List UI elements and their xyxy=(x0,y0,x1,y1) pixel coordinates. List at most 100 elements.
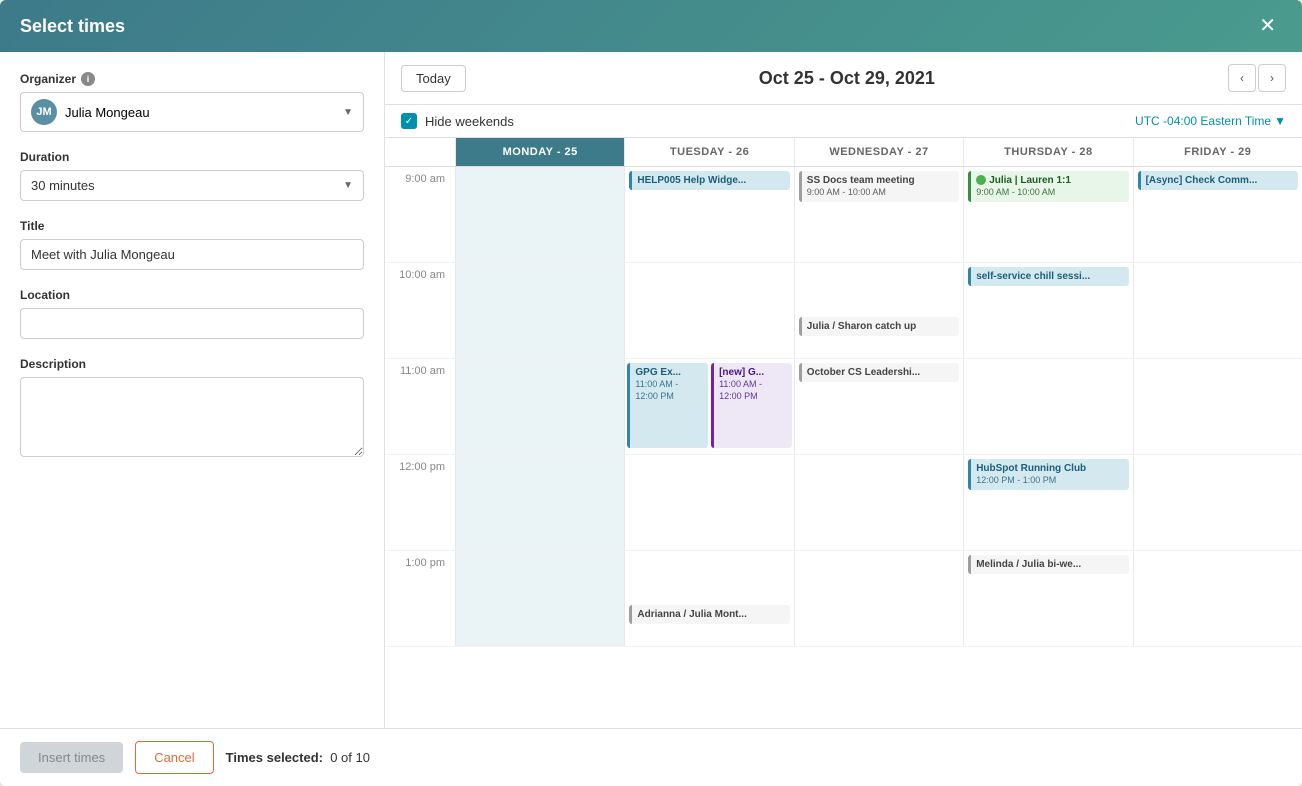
times-selected-label: Times selected: xyxy=(226,750,323,765)
close-button[interactable]: ✕ xyxy=(1253,14,1282,38)
cell-tue-9am[interactable]: HELP005 Help Widge... xyxy=(624,167,793,262)
col-header-thu: THURSDAY - 28 xyxy=(963,138,1132,166)
duration-chevron-icon: ▼ xyxy=(343,180,353,191)
cell-wed-9am[interactable]: SS Docs team meeting 9:00 AM - 10:00 AM xyxy=(794,167,963,262)
cell-wed-10am[interactable]: Julia / Sharon catch up xyxy=(794,263,963,358)
cell-wed-12pm[interactable] xyxy=(794,455,963,550)
event-gpg-ex: GPG Ex... 11:00 AM - 12:00 PM xyxy=(627,363,708,448)
duration-field: Duration 30 minutes ▼ xyxy=(20,150,364,201)
event-new-g: [new] G... 11:00 AM - 12:00 PM xyxy=(711,363,792,448)
cell-mon-9am[interactable] xyxy=(455,167,624,262)
next-week-button[interactable]: › xyxy=(1258,64,1286,92)
event-indicator xyxy=(976,175,986,185)
duration-select[interactable]: 30 minutes ▼ xyxy=(20,170,364,201)
cell-tue-1pm[interactable]: Adrianna / Julia Mont... xyxy=(624,551,793,646)
event-ss-docs: SS Docs team meeting 9:00 AM - 10:00 AM xyxy=(799,171,959,202)
hide-weekends-label: Hide weekends xyxy=(425,114,514,129)
today-button[interactable]: Today xyxy=(401,65,466,92)
organizer-field: Organizer i JM Julia Mongeau ▼ xyxy=(20,72,364,132)
organizer-label: Organizer i xyxy=(20,72,364,86)
cell-mon-1pm[interactable] xyxy=(455,551,624,646)
cell-thu-1pm[interactable]: Melinda / Julia bi-we... xyxy=(963,551,1132,646)
time-label-11am: 11:00 am xyxy=(385,359,455,454)
prev-week-button[interactable]: ‹ xyxy=(1228,64,1256,92)
event-melinda: Melinda / Julia bi-we... xyxy=(968,555,1128,574)
event-julia-sharon: Julia / Sharon catch up xyxy=(799,317,959,336)
calendar-header-row: MONDAY - 25 TUESDAY - 26 WEDNESDAY - 27 … xyxy=(385,138,1302,167)
time-row-9am: 9:00 am HELP005 Help Widge... SS Docs te… xyxy=(385,167,1302,263)
cell-tue-11am[interactable]: GPG Ex... 11:00 AM - 12:00 PM [new] G...… xyxy=(624,359,793,454)
times-selected-text: Times selected: 0 of 10 xyxy=(226,750,370,765)
description-input[interactable] xyxy=(20,377,364,457)
cell-thu-9am[interactable]: Julia | Lauren 1:1 9:00 AM - 10:00 AM xyxy=(963,167,1132,262)
cell-mon-11am[interactable] xyxy=(455,359,624,454)
time-row-1pm: 1:00 pm Adrianna / Julia Mont... M xyxy=(385,551,1302,647)
cell-fri-10am[interactable] xyxy=(1133,263,1302,358)
calendar-panel: Today Oct 25 - Oct 29, 2021 ‹ › ✓ Hide w… xyxy=(385,52,1302,728)
title-field: Title xyxy=(20,219,364,270)
cell-mon-12pm[interactable] xyxy=(455,455,624,550)
cell-fri-9am[interactable]: [Async] Check Comm... xyxy=(1133,167,1302,262)
col-header-fri: FRIDAY - 29 xyxy=(1133,138,1302,166)
duration-label: Duration xyxy=(20,150,364,164)
cell-wed-11am[interactable]: October CS Leadershi... xyxy=(794,359,963,454)
calendar-grid: MONDAY - 25 TUESDAY - 26 WEDNESDAY - 27 … xyxy=(385,138,1302,728)
cell-thu-11am[interactable] xyxy=(963,359,1132,454)
calendar-toolbar: Today Oct 25 - Oct 29, 2021 ‹ › xyxy=(385,52,1302,105)
timezone-label: UTC -04:00 Eastern Time xyxy=(1135,114,1271,128)
timezone-chevron-icon: ▼ xyxy=(1274,114,1286,128)
cell-wed-1pm[interactable] xyxy=(794,551,963,646)
sidebar: Organizer i JM Julia Mongeau ▼ Duration … xyxy=(0,52,385,728)
col-header-mon: MONDAY - 25 xyxy=(455,138,624,166)
times-selected-count: 0 of 10 xyxy=(330,750,370,765)
event-async-check: [Async] Check Comm... xyxy=(1138,171,1298,190)
time-row-11am: 11:00 am GPG Ex... 11:00 AM - 12:00 PM [… xyxy=(385,359,1302,455)
timezone-button[interactable]: UTC -04:00 Eastern Time ▼ xyxy=(1135,114,1286,128)
cell-thu-12pm[interactable]: HubSpot Running Club 12:00 PM - 1:00 PM xyxy=(963,455,1132,550)
cell-fri-11am[interactable] xyxy=(1133,359,1302,454)
event-adrianna: Adrianna / Julia Mont... xyxy=(629,605,789,624)
description-label: Description xyxy=(20,357,364,371)
organizer-info-icon: i xyxy=(81,72,95,86)
description-field: Description xyxy=(20,357,364,460)
event-october-cs: October CS Leadershi... xyxy=(799,363,959,382)
calendar-options: ✓ Hide weekends UTC -04:00 Eastern Time … xyxy=(385,105,1302,138)
modal-body: Organizer i JM Julia Mongeau ▼ Duration … xyxy=(0,52,1302,728)
modal-footer: Insert times Cancel Times selected: 0 of… xyxy=(0,728,1302,786)
modal-title: Select times xyxy=(20,16,125,37)
time-row-12pm: 12:00 pm HubSpot Running Club 12:00 PM -… xyxy=(385,455,1302,551)
avatar: JM xyxy=(31,99,57,125)
title-input[interactable] xyxy=(20,239,364,270)
chevron-down-icon: ▼ xyxy=(343,107,353,118)
time-label-9am: 9:00 am xyxy=(385,167,455,262)
time-label-12pm: 12:00 pm xyxy=(385,455,455,550)
cell-thu-10am[interactable]: self-service chill sessi... xyxy=(963,263,1132,358)
time-row-10am: 10:00 am Julia / Sharon catch up s xyxy=(385,263,1302,359)
event-help005: HELP005 Help Widge... xyxy=(629,171,789,190)
location-field: Location xyxy=(20,288,364,339)
col-header-wed: WEDNESDAY - 27 xyxy=(794,138,963,166)
cell-mon-10am[interactable] xyxy=(455,263,624,358)
cell-tue-10am[interactable] xyxy=(624,263,793,358)
insert-times-button[interactable]: Insert times xyxy=(20,742,123,773)
title-label: Title xyxy=(20,219,364,233)
calendar-title: Oct 25 - Oct 29, 2021 xyxy=(478,68,1216,89)
event-self-service: self-service chill sessi... xyxy=(968,267,1128,286)
time-label-10am: 10:00 am xyxy=(385,263,455,358)
modal-header: Select times ✕ xyxy=(0,0,1302,52)
duration-value: 30 minutes xyxy=(31,178,95,193)
location-label: Location xyxy=(20,288,364,302)
cancel-button[interactable]: Cancel xyxy=(135,741,213,774)
organizer-select[interactable]: JM Julia Mongeau ▼ xyxy=(20,92,364,132)
cell-tue-12pm[interactable] xyxy=(624,455,793,550)
cell-fri-12pm[interactable] xyxy=(1133,455,1302,550)
event-hubspot-running: HubSpot Running Club 12:00 PM - 1:00 PM xyxy=(968,459,1128,490)
organizer-name: Julia Mongeau xyxy=(65,105,150,120)
organizer-info: JM Julia Mongeau xyxy=(31,99,150,125)
hide-weekends-option: ✓ Hide weekends xyxy=(401,113,514,129)
time-label-1pm: 1:00 pm xyxy=(385,551,455,646)
calendar-nav: ‹ › xyxy=(1228,64,1286,92)
location-input[interactable] xyxy=(20,308,364,339)
cell-fri-1pm[interactable] xyxy=(1133,551,1302,646)
hide-weekends-checkbox[interactable]: ✓ xyxy=(401,113,417,129)
